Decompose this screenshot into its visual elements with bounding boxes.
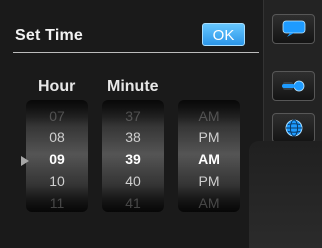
set-time-screen: Set Time OK Hour Minute 07 08 09 10 11 3… <box>0 0 322 248</box>
ampm-picker-wheel[interactable]: AM PM AM PM AM <box>178 100 240 212</box>
title-divider <box>13 52 259 53</box>
hour-picker-wheel[interactable]: 07 08 09 10 11 <box>26 100 88 212</box>
ampm-option[interactable]: PM <box>178 129 240 145</box>
globe-icon <box>285 119 302 137</box>
chat-bubble-icon <box>282 20 305 37</box>
minute-option[interactable]: 38 <box>102 129 164 145</box>
hour-option[interactable]: 08 <box>26 129 88 145</box>
ampm-selected[interactable]: AM <box>178 151 240 167</box>
minute-column-header: Minute <box>107 78 159 95</box>
set-time-title: Set Time <box>15 27 83 44</box>
sidebar-item-globe[interactable] <box>272 113 315 143</box>
hour-column-header: Hour <box>38 78 76 95</box>
minute-option[interactable]: 40 <box>102 173 164 189</box>
lower-sidebar-wall <box>249 141 322 248</box>
minute-selected[interactable]: 39 <box>102 151 164 167</box>
sidebar-item-key[interactable] <box>272 71 315 101</box>
ok-button[interactable]: OK <box>202 23 245 46</box>
minute-picker-wheel[interactable]: 37 38 39 40 41 <box>102 100 164 212</box>
hour-option[interactable]: 10 <box>26 173 88 189</box>
minute-option[interactable]: 37 <box>102 108 164 124</box>
ampm-option[interactable]: PM <box>178 173 240 189</box>
minute-option[interactable]: 41 <box>102 195 164 211</box>
set-time-panel: Set Time OK Hour Minute 07 08 09 10 11 3… <box>0 0 263 248</box>
ampm-option[interactable]: AM <box>178 195 240 211</box>
hour-option[interactable]: 11 <box>26 195 88 211</box>
hour-selected[interactable]: 09 <box>26 151 88 167</box>
sidebar-item-chat[interactable] <box>272 14 315 44</box>
ampm-option[interactable]: AM <box>178 108 240 124</box>
hour-option[interactable]: 07 <box>26 108 88 124</box>
key-icon <box>281 80 304 92</box>
